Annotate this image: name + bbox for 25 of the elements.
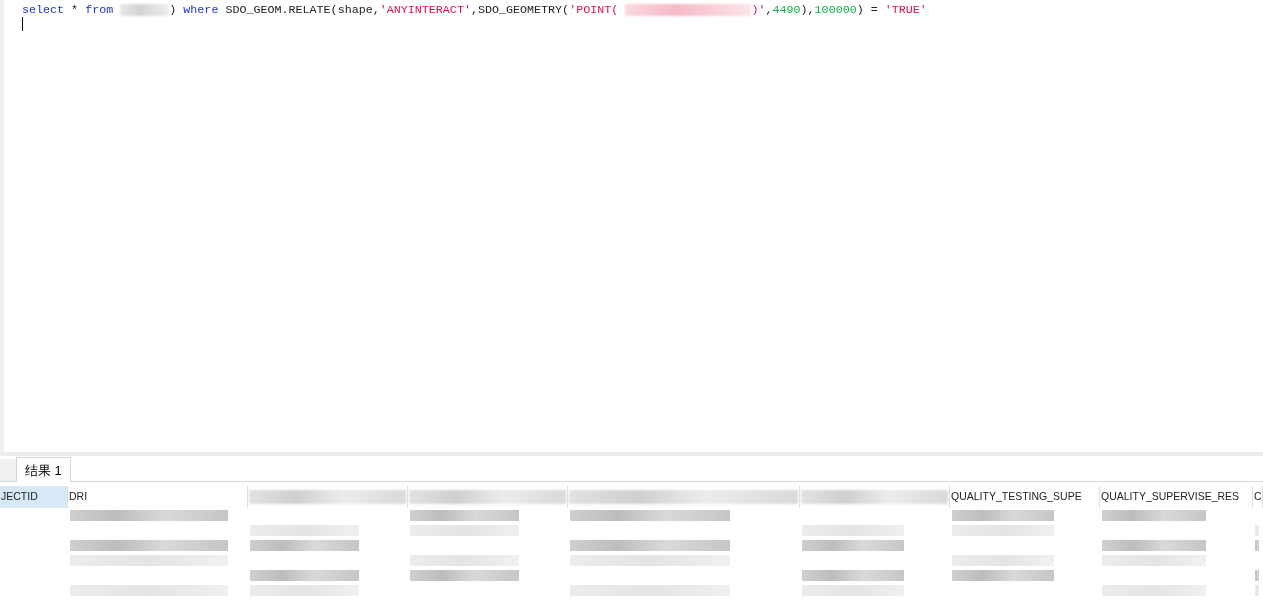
tab-edge <box>0 459 16 481</box>
sql-text: * <box>70 3 80 17</box>
column-header[interactable]: QUALITY_TESTING_SUPE <box>950 486 1100 508</box>
result-tab[interactable]: 结果 1 <box>16 457 71 482</box>
sql-number: 100000 <box>814 3 857 17</box>
text-cursor <box>22 17 23 31</box>
sql-text: SDO_GEOM.RELATE(shape, <box>224 3 380 17</box>
sql-string: 'POINT( <box>569 3 619 17</box>
sql-keyword: select <box>22 3 65 17</box>
sql-text: ) = <box>856 3 879 17</box>
sql-keyword: from <box>85 3 114 17</box>
redacted-block <box>120 4 170 16</box>
sql-text: ) <box>169 3 178 17</box>
sql-number: 4490 <box>772 3 801 17</box>
sql-text: ,SDO_GEOMETRY( <box>470 3 570 17</box>
sql-text: , <box>765 3 773 17</box>
sql-string: 'ANYINTERACT' <box>379 3 471 17</box>
column-header[interactable]: DRI <box>68 486 248 508</box>
column-header[interactable]: C <box>1253 486 1263 508</box>
sql-string: 'TRUE' <box>884 3 927 17</box>
column-header[interactable]: JECTID <box>0 486 68 508</box>
sql-text: ), <box>800 3 815 17</box>
sql-string: )' <box>751 3 766 17</box>
column-header[interactable]: QUALITY_SUPERVISE_RES <box>1100 486 1253 508</box>
sql-keyword: where <box>183 3 219 17</box>
